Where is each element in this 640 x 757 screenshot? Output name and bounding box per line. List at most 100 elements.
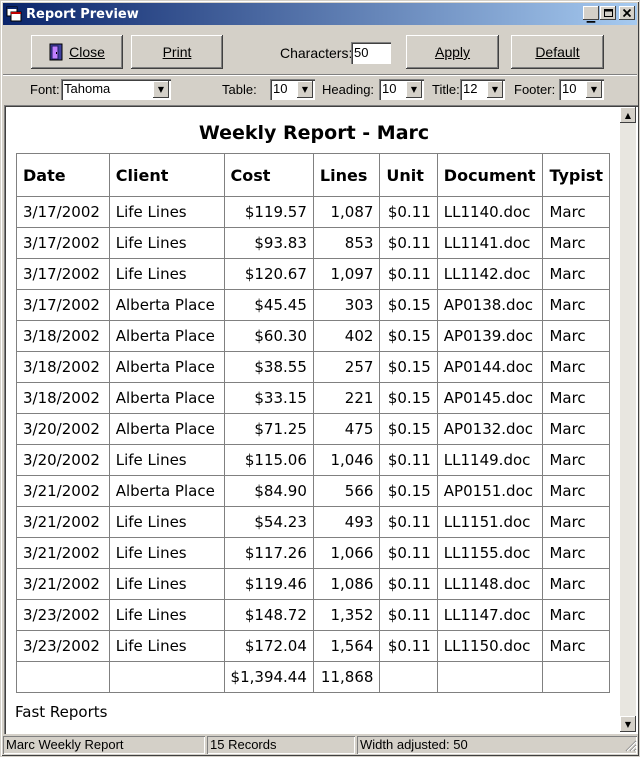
table-cell: Life Lines — [108, 258, 225, 290]
minimize-button[interactable]: ▁ — [583, 6, 599, 23]
table-cell: Marc — [542, 196, 610, 228]
table-size-select[interactable]: 10 ▼ — [270, 79, 315, 100]
heading-size-select[interactable]: 10 ▼ — [379, 79, 424, 100]
title-size-value: 12 — [463, 81, 478, 96]
table-cell: Life Lines — [108, 444, 225, 476]
scroll-down-button[interactable]: ▼ — [620, 716, 636, 732]
resize-grip-icon[interactable] — [623, 738, 637, 752]
table-cell: 3/21/2002 — [16, 475, 110, 507]
title-bar[interactable]: Report Preview ▁ — [3, 3, 637, 25]
table-cell: Marc — [542, 599, 610, 631]
table-row: 3/21/2002 Alberta Place $84.90 566 $0.15 AP01… — [16, 475, 610, 507]
font-select-value: Tahoma — [64, 81, 111, 96]
font-label: Font: — [30, 82, 60, 97]
table-cell: $117.26 — [223, 537, 314, 569]
chevron-up-icon: ▲ — [624, 110, 632, 120]
table-row: 3/17/2002 Life Lines $120.67 1,097 $0.11 LL11… — [16, 258, 610, 290]
table-cell: Life Lines — [108, 227, 225, 259]
footer-size-select[interactable]: 10 ▼ — [559, 79, 604, 100]
table-cell: Marc — [542, 289, 610, 321]
table-cell: $60.30 — [223, 320, 314, 352]
report-preview-area[interactable]: Weekly Report - Marc Date Client Cost Li… — [4, 105, 638, 734]
table-cell: 402 — [312, 320, 381, 352]
table-size-label: Table: — [222, 82, 257, 97]
table-cell: $172.04 — [223, 630, 314, 662]
table-cell: $0.11 — [379, 196, 438, 228]
heading-size-value: 10 — [382, 81, 397, 96]
table-cell: Marc — [542, 568, 610, 600]
table-cell: $0.11 — [379, 227, 438, 259]
default-button[interactable]: Default — [511, 35, 604, 69]
table-cell — [542, 661, 610, 693]
table-cell: $0.11 — [379, 630, 438, 662]
close-button[interactable]: Close — [31, 35, 123, 69]
table-cell: 303 — [312, 289, 381, 321]
column-header: Date — [16, 153, 110, 197]
table-cell — [379, 661, 438, 693]
totals-row: $1,394.44 11,868 — [16, 661, 610, 693]
table-cell: Alberta Place — [108, 289, 225, 321]
chevron-down-icon[interactable]: ▼ — [487, 81, 503, 98]
maximize-button[interactable] — [600, 6, 616, 20]
table-cell: Marc — [542, 444, 610, 476]
footer-size-value: 10 — [562, 81, 577, 96]
print-button-label: Print — [162, 44, 192, 60]
table-cell: Life Lines — [108, 196, 225, 228]
table-row: 3/17/2002 Life Lines $93.83 853 $0.11 LL1141.… — [16, 227, 610, 259]
table-cell: $0.11 — [379, 599, 438, 631]
table-cell: $0.11 — [379, 506, 438, 538]
default-button-label: Default — [535, 44, 580, 60]
table-cell: AP0145.doc — [436, 382, 544, 414]
table-cell: Marc — [542, 537, 610, 569]
table-cell: $119.46 — [223, 568, 314, 600]
table-cell: LL1140.doc — [436, 196, 544, 228]
chevron-down-icon[interactable]: ▼ — [297, 81, 313, 98]
heading-size-label: Heading: — [322, 82, 375, 97]
column-header: Client — [108, 153, 225, 197]
report-table-body: 3/17/2002 Life Lines $119.57 1,087 $0.11 LL11… — [16, 196, 610, 693]
title-size-select[interactable]: 12 ▼ — [460, 79, 505, 100]
table-cell: Alberta Place — [108, 320, 225, 352]
table-cell: Marc — [542, 382, 610, 414]
column-header: Unit — [379, 153, 438, 197]
table-cell: 1,086 — [312, 568, 381, 600]
window-close-button[interactable] — [619, 6, 635, 20]
print-button[interactable]: Print — [131, 35, 223, 69]
table-cell: $0.15 — [379, 320, 438, 352]
minimize-icon: ▁ — [586, 9, 596, 23]
column-header: Typist — [542, 153, 610, 197]
table-cell: 566 — [312, 475, 381, 507]
close-icon — [623, 9, 631, 17]
table-cell: Marc — [542, 258, 610, 290]
table-cell: 221 — [312, 382, 381, 414]
apply-button[interactable]: Apply — [406, 35, 499, 69]
table-cell: $119.57 — [223, 196, 314, 228]
table-cell: AP0151.doc — [436, 475, 544, 507]
table-row: 3/18/2002 Alberta Place $60.30 402 $0.15 AP01… — [16, 320, 610, 352]
chevron-down-icon[interactable]: ▼ — [586, 81, 602, 98]
table-cell: $93.83 — [223, 227, 314, 259]
table-cell: $0.11 — [379, 258, 438, 290]
title-size-label: Title: — [432, 82, 460, 97]
table-cell: Marc — [542, 227, 610, 259]
table-cell: 3/21/2002 — [16, 568, 110, 600]
characters-input[interactable]: 50 — [351, 42, 391, 64]
table-cell: AP0132.doc — [436, 413, 544, 445]
table-row: 3/20/2002 Alberta Place $71.25 475 $0.15 AP01… — [16, 413, 610, 445]
apply-button-label: Apply — [434, 44, 471, 60]
table-cell: Alberta Place — [108, 382, 225, 414]
table-cell: $54.23 — [223, 506, 314, 538]
font-select[interactable]: Tahoma ▼ — [61, 79, 171, 100]
scroll-up-button[interactable]: ▲ — [620, 107, 636, 123]
table-cell: 3/18/2002 — [16, 320, 110, 352]
vertical-scrollbar[interactable]: ▲ ▼ — [620, 107, 636, 732]
table-cell: Alberta Place — [108, 413, 225, 445]
table-row: 3/17/2002 Life Lines $119.57 1,087 $0.11 LL11… — [16, 196, 610, 228]
report-footer: Fast Reports — [15, 703, 108, 721]
chevron-down-icon[interactable]: ▼ — [153, 81, 169, 98]
table-cell: Marc — [542, 351, 610, 383]
table-cell: 1,564 — [312, 630, 381, 662]
table-cell: Life Lines — [108, 537, 225, 569]
chevron-down-icon[interactable]: ▼ — [406, 81, 422, 98]
table-cell: 3/20/2002 — [16, 413, 110, 445]
